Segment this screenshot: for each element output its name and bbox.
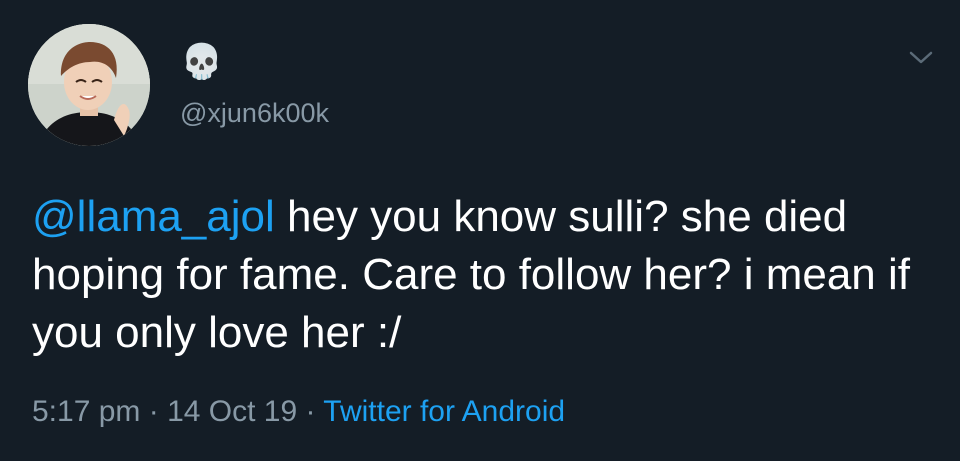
tweet-text: @llama_ajol hey you know sulli? she died… [32, 188, 932, 362]
meta-separator: · [297, 395, 324, 428]
tweet-time[interactable]: 5:17 pm [32, 395, 140, 428]
avatar[interactable] [28, 24, 150, 146]
tweet-meta: 5:17 pm · 14 Oct 19 · Twitter for Androi… [32, 392, 565, 432]
tweet-source[interactable]: Twitter for Android [323, 395, 565, 428]
chevron-down-icon[interactable] [906, 46, 936, 68]
avatar-image [28, 24, 150, 146]
skull-icon: 💀 [180, 42, 224, 82]
user-handle[interactable]: @xjun6k00k [180, 96, 329, 130]
tweet-card: 💀 @xjun6k00k @llama_ajol hey you know su… [0, 0, 960, 461]
meta-separator: · [140, 395, 168, 428]
mention-link[interactable]: @llama_ajol [32, 192, 275, 241]
display-name[interactable]: 💀 [180, 42, 224, 82]
tweet-date[interactable]: 14 Oct 19 [167, 395, 297, 428]
